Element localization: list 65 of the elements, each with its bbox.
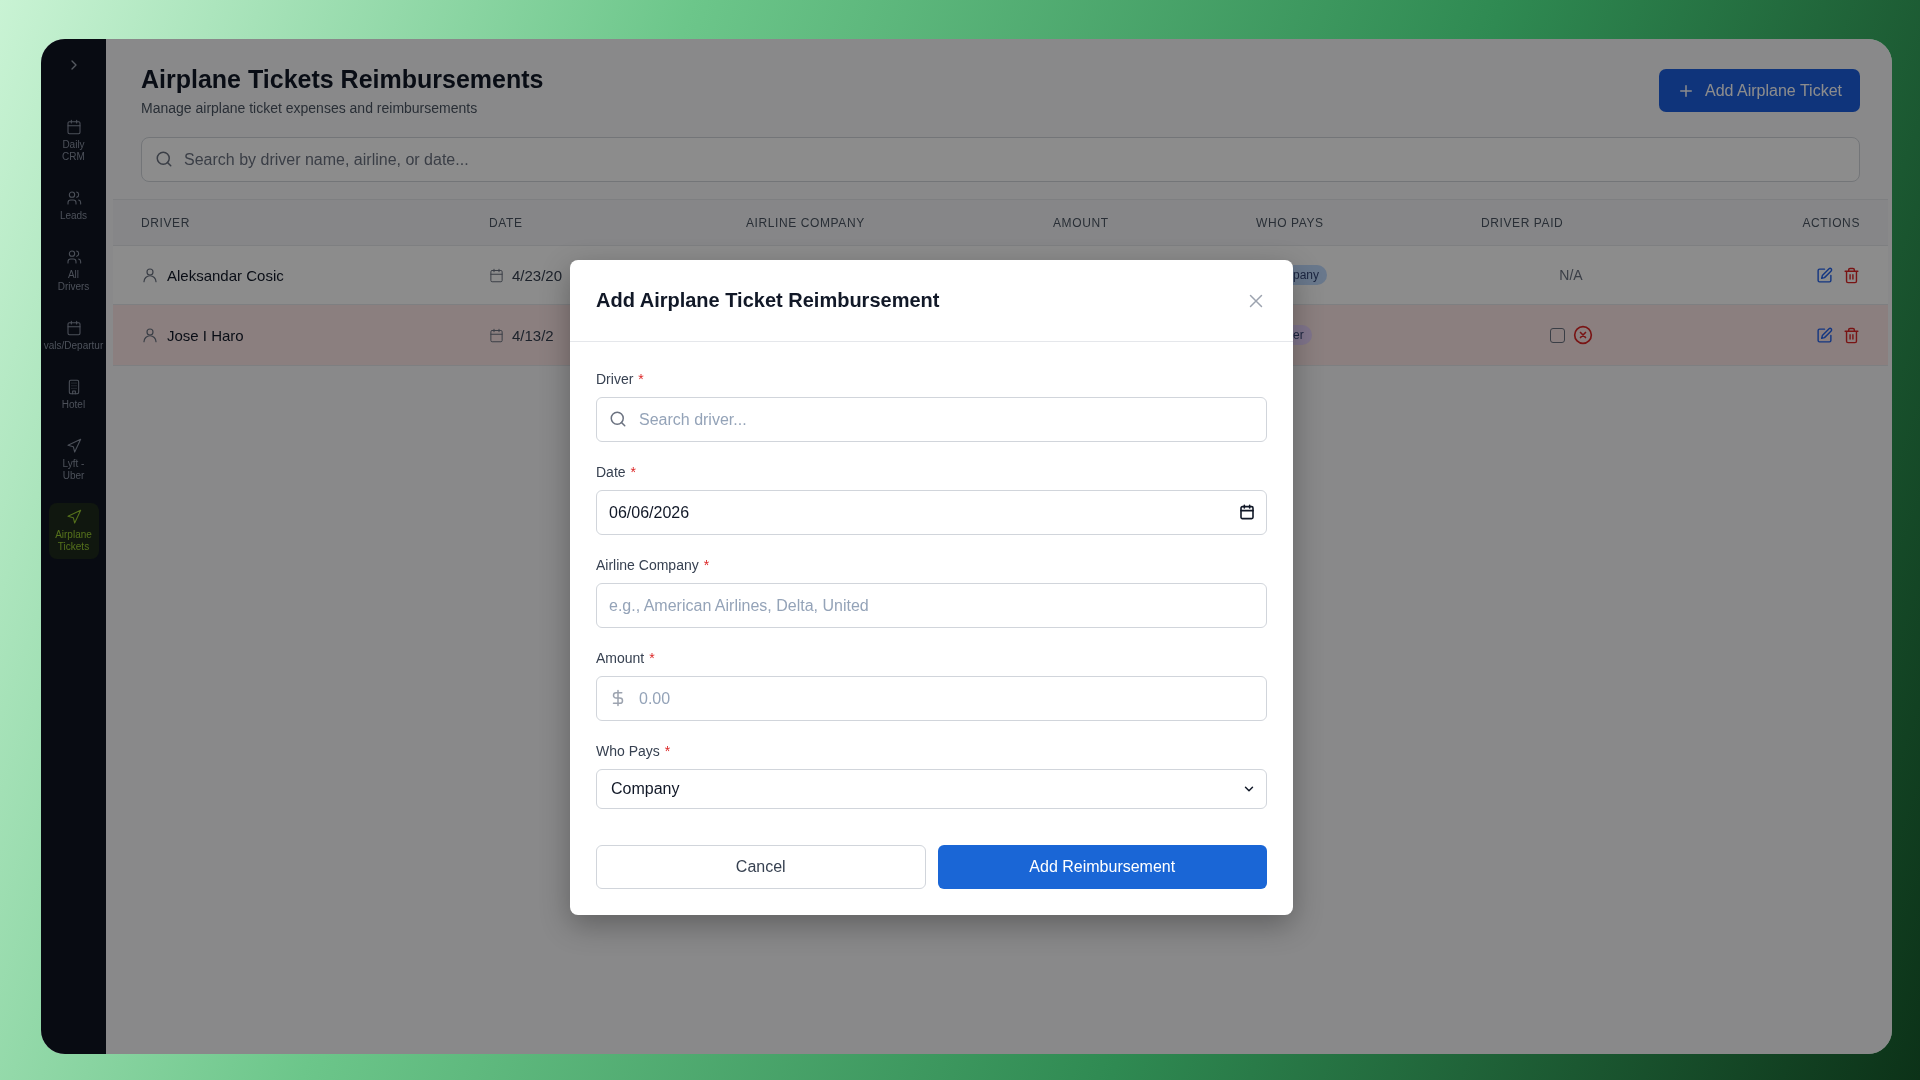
- column-header: AMOUNT: [1053, 215, 1109, 230]
- field-label: Airline Company: [596, 556, 699, 574]
- sidebar-item[interactable]: Lyft - Uber: [48, 432, 99, 488]
- edit-icon: [1816, 326, 1833, 344]
- who-pays-select[interactable]: Company: [596, 769, 1267, 809]
- calendar-icon: [1239, 504, 1255, 520]
- add-ticket-button[interactable]: Add Airplane Ticket: [1659, 69, 1860, 112]
- required-mark: *: [630, 463, 637, 481]
- not-applicable-text: N/A: [1559, 267, 1583, 283]
- search-icon: [155, 150, 173, 168]
- required-mark: *: [638, 370, 644, 388]
- edit-icon: [1816, 266, 1833, 284]
- required-mark: *: [649, 649, 655, 667]
- field-label: Amount: [596, 649, 645, 667]
- column-header: WHO PAYS: [1256, 215, 1324, 230]
- required-mark: *: [664, 742, 671, 760]
- edit-button[interactable]: [1816, 326, 1833, 344]
- delete-button[interactable]: [1843, 266, 1860, 284]
- search-icon: [609, 410, 627, 428]
- driver-name: Jose I Haro: [167, 326, 244, 344]
- users-icon: [65, 249, 82, 265]
- column-header: DATE: [489, 215, 523, 230]
- dialog-title: Add Airplane Ticket Reimbursement: [596, 289, 940, 312]
- column-header: ACTIONS: [1802, 215, 1860, 230]
- amount-field[interactable]: 0.00: [596, 676, 1267, 721]
- paid-checkbox[interactable]: [1549, 327, 1565, 343]
- user-icon: [141, 266, 159, 284]
- trash-icon: [1843, 326, 1860, 344]
- sidebar-item[interactable]: Airplane Tickets: [48, 503, 99, 559]
- column-header: DRIVER: [141, 215, 190, 230]
- column-header: AIRLINE COMPANY: [746, 215, 865, 230]
- sidebar-item[interactable]: Daily CRM: [48, 113, 99, 169]
- page-title: Airplane Tickets Reimbursements: [141, 64, 544, 94]
- calendar-icon: [489, 327, 504, 343]
- calendar-icon: [489, 267, 504, 283]
- calendar-icon: [65, 119, 82, 135]
- users-icon: [65, 190, 82, 206]
- airline-field[interactable]: e.g., American Airlines, Delta, United: [596, 583, 1267, 628]
- cancel-circle-icon: [1572, 325, 1593, 345]
- calendar-icon: [65, 320, 82, 336]
- search-field[interactable]: Search by driver name, airline, or date...: [141, 137, 1860, 182]
- who-pays-tag: pany: [1293, 265, 1328, 285]
- who-pays-tag: er: [1293, 325, 1312, 345]
- driver-search-field[interactable]: Search driver...: [596, 397, 1267, 442]
- date-field[interactable]: 06/06/2026: [596, 490, 1267, 535]
- sidebar-item[interactable]: Hotel: [48, 373, 99, 417]
- sidebar-item[interactable]: All Drivers: [48, 243, 99, 299]
- field-label: Who Pays: [596, 742, 660, 760]
- page-subtitle: Manage airplane ticket expenses and reimbursements: [141, 100, 479, 116]
- navigation-icon: [65, 438, 82, 454]
- edit-button[interactable]: [1816, 266, 1833, 284]
- delete-button[interactable]: [1843, 326, 1860, 344]
- field-label: Date: [596, 463, 626, 481]
- date-text: 4/13/2: [512, 326, 554, 344]
- add-reimbursement-button[interactable]: Add Reimbursement: [937, 845, 1267, 889]
- field-label: Driver: [596, 370, 634, 388]
- cancel-button[interactable]: Cancel: [596, 845, 926, 889]
- sidebar-item[interactable]: Leads: [48, 184, 99, 228]
- driver-name: Aleksandar Cosic: [167, 266, 284, 284]
- required-mark: *: [703, 556, 710, 574]
- column-header: DRIVER PAID: [1481, 215, 1564, 230]
- user-icon: [141, 326, 159, 344]
- trash-icon: [1843, 266, 1860, 284]
- date-text: 4/23/20: [512, 266, 563, 284]
- navigation-icon: [65, 509, 82, 525]
